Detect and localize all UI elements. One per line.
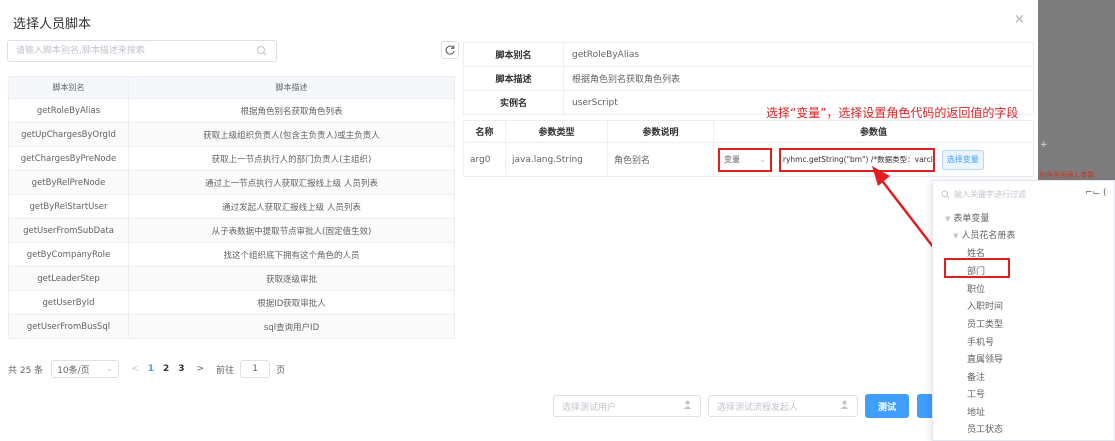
background-red-text: 别角色列表1 参数 <box>1039 171 1095 179</box>
param-name: arg0 <box>463 142 506 177</box>
refresh-button[interactable] <box>441 41 459 59</box>
tree-leaf[interactable]: 手机号 <box>967 335 994 348</box>
page-number[interactable]: 2 <box>163 364 169 374</box>
select-script-dialog: 选择人员脚本 × 脚本别名 脚本描述 getRoleByAlias根据角色别名获… <box>0 0 1038 441</box>
page-number[interactable]: 3 <box>178 364 184 374</box>
test-user-placeholder: 选择测试用户 <box>562 402 617 413</box>
test-user-select[interactable]: 选择测试用户 <box>553 395 701 417</box>
table-row[interactable]: getUserById 根据ID获取审批人 <box>8 290 455 315</box>
table-row[interactable]: getChargesByPreNode 获取上一节点执行人的部门负责人(主组织) <box>8 146 455 171</box>
search-icon <box>941 190 950 199</box>
cell-desc: 通过上一节点执行人获取汇报线上级 人员列表 <box>128 170 455 195</box>
param-desc: 角色别名 <box>607 142 714 177</box>
total-count: 共 25 条 <box>8 365 44 376</box>
instance-label: 实例名 <box>463 90 564 115</box>
page-size-value: 10条/页 <box>57 365 90 376</box>
table-row[interactable]: getLeaderStep 获取逐级审批 <box>8 266 455 291</box>
collapse-icon[interactable]: ⌐⌙ ( <box>1085 188 1106 198</box>
tree-leaf[interactable]: 员工类型 <box>967 317 1003 330</box>
tree-leaf[interactable]: 工号 <box>967 387 985 400</box>
tree-node-form-vars[interactable]: ▼ 表单变量 <box>945 211 989 224</box>
param-header-type: 参数类型 <box>505 120 608 143</box>
desc-value: 根据角色别名获取角色列表 <box>563 66 1034 91</box>
cell-desc: 通过发起人获取汇报线上级 人员列表 <box>128 194 455 219</box>
cell-alias: getUserFromBusSql <box>8 314 129 339</box>
caret-down-icon: ▼ <box>945 215 951 223</box>
test-starter-placeholder: 选择测试流程发起人 <box>717 402 799 413</box>
highlight-box <box>944 258 1010 278</box>
test-starter-select[interactable]: 选择测试流程发起人 <box>708 395 858 417</box>
cell-alias: getByRelStartUser <box>8 194 129 219</box>
cell-alias: getChargesByPreNode <box>8 146 129 171</box>
page-number[interactable]: 1 <box>148 364 154 374</box>
goto-label: 前往 <box>216 365 235 376</box>
user-icon <box>683 400 692 412</box>
tree-node-label: 表单变量 <box>953 214 990 224</box>
caret-down-icon: ▼ <box>953 232 959 240</box>
tree-node-roster[interactable]: ▼ 人员花名册表 <box>953 228 1015 241</box>
close-icon[interactable]: × <box>1014 12 1025 27</box>
annotation-text: 选择“变量”，选择设置角色代码的返回值的字段 <box>766 106 1019 120</box>
table-row[interactable]: getByRelStartUser 通过发起人获取汇报线上级 人员列表 <box>8 194 455 219</box>
cell-desc: 获取上一节点执行人的部门负责人(主组织) <box>128 146 455 171</box>
cell-alias: getRoleByAlias <box>8 98 129 123</box>
search-icon[interactable] <box>256 45 268 57</box>
alias-label: 脚本别名 <box>463 42 564 67</box>
refresh-icon <box>445 45 455 55</box>
dialog-title: 选择人员脚本 <box>13 17 92 32</box>
plus-icon: + <box>1040 140 1048 150</box>
user-icon <box>840 400 849 412</box>
page-size-select[interactable]: 10条/页 ⌄ <box>51 360 120 378</box>
cell-alias: getByCompanyRole <box>8 242 129 267</box>
tree-node-label: 人员花名册表 <box>961 231 1016 241</box>
table-row[interactable]: getUserFromSubData 从子表数据中提取节点审批人(固定值生效) <box>8 218 455 243</box>
prev-page-button[interactable]: < <box>131 364 139 374</box>
table-row[interactable]: getByRelPreNode 通过上一节点执行人获取汇报线上级 人员列表 <box>8 170 455 195</box>
tree-leaf[interactable]: 职位 <box>967 282 985 295</box>
table-row[interactable]: getRoleByAlias 根据角色别名获取角色列表 <box>8 98 455 123</box>
cell-desc: sql查询用户ID <box>128 314 455 339</box>
table-row[interactable]: getByCompanyRole 找这个组织底下拥有这个角色的人员 <box>8 242 455 267</box>
cell-alias: getByRelPreNode <box>8 170 129 195</box>
table-row[interactable]: getUpChargesByOrgId 获取上级组织负责人(包含主负责人)或主负责… <box>8 122 455 147</box>
value-type-value: 变量 <box>724 155 740 164</box>
column-header-alias: 脚本别名 <box>8 76 129 99</box>
tree-filter-input[interactable]: 输入关键字进行过滤 <box>941 189 1026 200</box>
tree-leaf[interactable]: 员工状态 <box>967 422 1003 435</box>
script-search-box <box>7 40 277 62</box>
cell-desc: 根据ID获取审批人 <box>128 290 455 315</box>
page-suffix: 页 <box>276 365 286 376</box>
cell-alias: getUserFromSubData <box>8 218 129 243</box>
cell-desc: 从子表数据中提取节点审批人(固定值生效) <box>128 218 455 243</box>
cell-alias: getUserById <box>8 290 129 315</box>
tree-leaf[interactable]: 直属领导 <box>967 352 1003 365</box>
param-header-value: 参数值 <box>713 120 1034 143</box>
chevron-down-icon: ⌄ <box>105 364 114 374</box>
cell-alias: getUpChargesByOrgId <box>8 122 129 147</box>
alias-value: getRoleByAlias <box>563 42 1034 67</box>
cell-desc: 获取上级组织负责人(包含主负责人)或主负责人 <box>128 122 455 147</box>
param-header-desc: 参数说明 <box>607 120 714 143</box>
tree-leaf[interactable]: 入职时间 <box>967 299 1003 312</box>
param-type: java.lang.String <box>505 142 608 177</box>
cell-desc: 根据角色别名获取角色列表 <box>128 98 455 123</box>
script-search-input[interactable] <box>8 41 248 61</box>
test-button[interactable]: 测试 <box>865 394 909 418</box>
pagination: 共 25 条 10条/页 ⌄ < 1 2 3 > 前往 1 页 <box>8 360 285 378</box>
desc-label: 脚本描述 <box>463 66 564 91</box>
chevron-down-icon: ⌄ <box>759 155 766 164</box>
script-table: 脚本别名 脚本描述 getRoleByAlias 根据角色别名获取角色列表 get… <box>8 76 455 339</box>
tree-leaf[interactable]: 地址 <box>967 405 985 418</box>
tree-leaf[interactable]: 备注 <box>967 370 985 383</box>
param-header-name: 名称 <box>463 120 506 143</box>
cell-desc: 获取逐级审批 <box>128 266 455 291</box>
table-row[interactable]: getUserFromBusSql sql查询用户ID <box>8 314 455 339</box>
tree-filter-placeholder: 输入关键字进行过滤 <box>954 190 1026 199</box>
cell-desc: 找这个组织底下拥有这个角色的人员 <box>128 242 455 267</box>
cell-alias: getLeaderStep <box>8 266 129 291</box>
goto-page-input[interactable]: 1 <box>240 360 271 378</box>
next-page-button[interactable]: > <box>197 364 205 374</box>
column-header-desc: 脚本描述 <box>128 76 455 99</box>
value-type-select[interactable]: 变量 ⌄ <box>718 147 772 172</box>
